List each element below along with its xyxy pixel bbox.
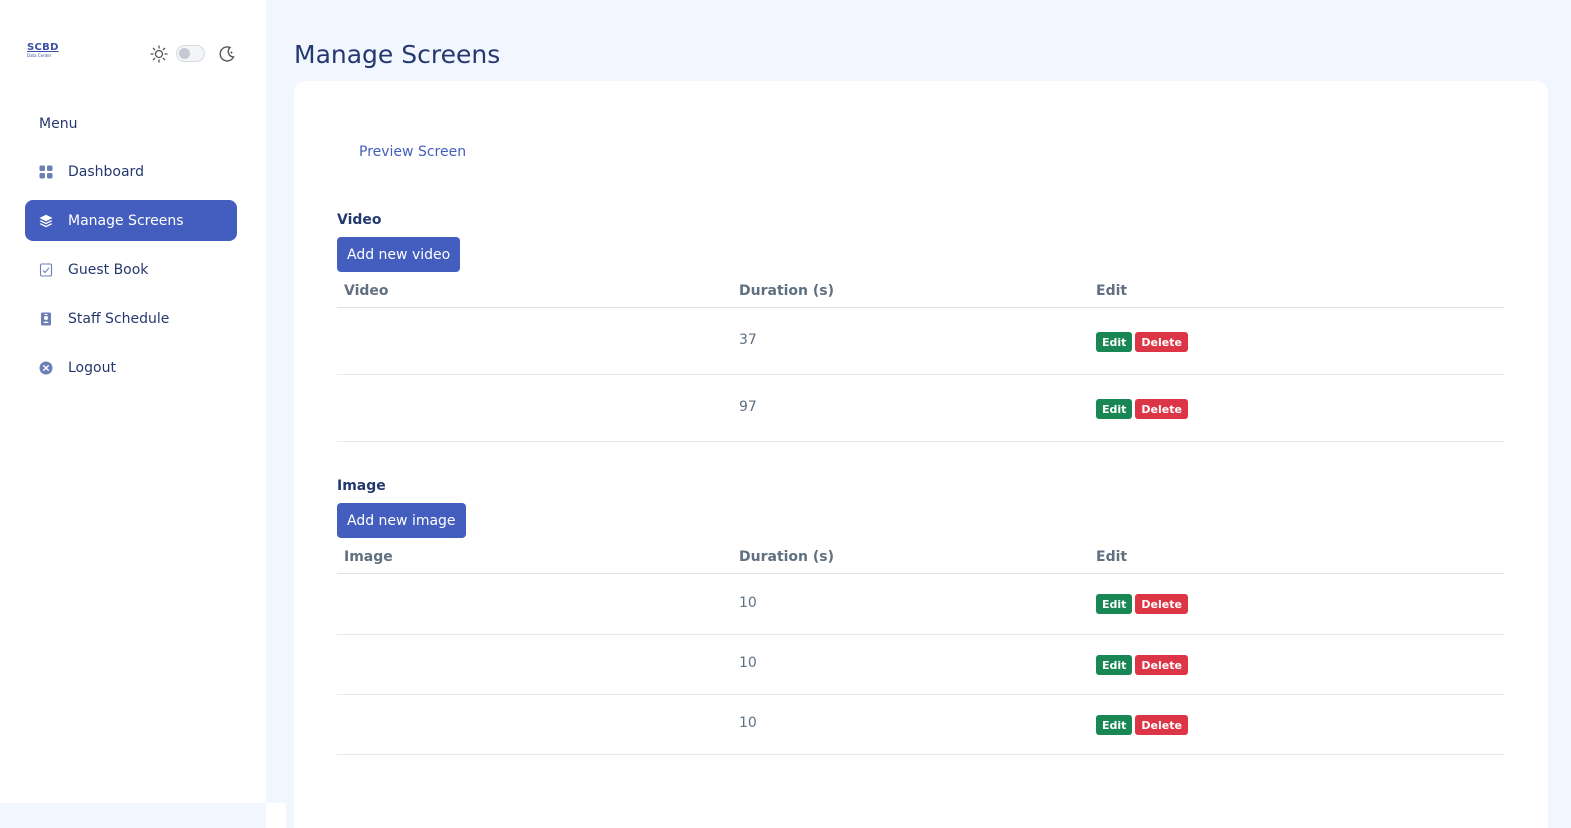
sidebar-item-manage-screens[interactable]: Manage Screens <box>25 200 237 241</box>
column-header-edit: Edit <box>1096 549 1128 565</box>
sidebar-item-logout[interactable]: Logout <box>25 347 237 388</box>
row-actions: Edit Delete <box>1096 594 1188 614</box>
image-table: Image Duration (s) Edit 10 Edit Delete 1… <box>337 541 1504 755</box>
delete-button[interactable]: Delete <box>1135 332 1188 352</box>
table-row: 37 Edit Delete <box>337 308 1504 375</box>
table-row: 10 Edit Delete <box>337 635 1504 695</box>
column-header-edit: Edit <box>1096 283 1128 299</box>
edit-button[interactable]: Edit <box>1096 594 1133 614</box>
duration-cell: 37 <box>739 332 757 348</box>
theme-toggle <box>150 43 240 65</box>
sidebar-item-label: Logout <box>68 359 116 376</box>
sidebar-edge <box>266 803 286 828</box>
x-circle-icon <box>39 361 53 375</box>
row-actions: Edit Delete <box>1096 715 1188 735</box>
toggle-knob <box>179 48 190 59</box>
sidebar-item-label: Dashboard <box>68 163 144 180</box>
preview-screen-link[interactable]: Preview Screen <box>359 144 466 160</box>
edit-button[interactable]: Edit <box>1096 715 1133 735</box>
add-image-button[interactable]: Add new image <box>337 503 466 538</box>
logo[interactable]: SCBD Data Center <box>27 43 59 58</box>
sidebar-item-guest-book[interactable]: Guest Book <box>25 249 237 290</box>
row-actions: Edit Delete <box>1096 655 1188 675</box>
page-title: Manage Screens <box>294 40 501 69</box>
table-header: Image Duration (s) Edit <box>337 541 1504 574</box>
grid-icon <box>39 165 53 179</box>
table-header: Video Duration (s) Edit <box>337 275 1504 308</box>
logo-title: SCBD <box>27 42 59 53</box>
column-header-image: Image <box>344 549 393 565</box>
menu-title: Menu <box>39 116 78 132</box>
delete-button[interactable]: Delete <box>1135 715 1188 735</box>
column-header-duration: Duration (s) <box>739 283 835 299</box>
sidebar-item-dashboard[interactable]: Dashboard <box>25 151 237 192</box>
video-section-label: Video <box>337 212 382 228</box>
duration-cell: 97 <box>739 399 757 415</box>
sidebar-item-label: Staff Schedule <box>68 310 170 327</box>
sidebar-item-staff-schedule[interactable]: Staff Schedule <box>25 298 237 339</box>
sidebar-nav: Dashboard Manage Screens Guest Book Staf… <box>25 151 237 396</box>
person-badge-icon <box>39 312 53 326</box>
row-actions: Edit Delete <box>1096 399 1188 419</box>
column-header-video: Video <box>344 283 389 299</box>
sidebar-item-label: Guest Book <box>68 261 149 278</box>
image-section-label: Image <box>337 478 386 494</box>
edit-button[interactable]: Edit <box>1096 399 1133 419</box>
column-header-duration: Duration (s) <box>739 549 835 565</box>
moon-icon <box>219 46 235 62</box>
duration-cell: 10 <box>739 715 757 731</box>
delete-button[interactable]: Delete <box>1135 594 1188 614</box>
table-row: 10 Edit Delete <box>337 574 1504 635</box>
delete-button[interactable]: Delete <box>1135 655 1188 675</box>
layers-icon <box>39 214 53 228</box>
checklist-icon <box>39 262 53 277</box>
add-video-button[interactable]: Add new video <box>337 237 461 272</box>
logo-subtitle: Data Center <box>27 53 52 58</box>
sidebar: SCBD Data Center Menu Dashboard Manage S… <box>0 0 266 803</box>
sidebar-item-label: Manage Screens <box>68 212 184 229</box>
delete-button[interactable]: Delete <box>1135 399 1188 419</box>
row-actions: Edit Delete <box>1096 332 1188 352</box>
video-table: Video Duration (s) Edit 37 Edit Delete 9… <box>337 275 1504 442</box>
duration-cell: 10 <box>739 595 757 611</box>
dark-mode-toggle[interactable] <box>176 45 205 62</box>
edit-button[interactable]: Edit <box>1096 332 1133 352</box>
sun-icon <box>150 45 168 63</box>
table-row: 97 Edit Delete <box>337 375 1504 442</box>
edit-button[interactable]: Edit <box>1096 655 1133 675</box>
table-row: 10 Edit Delete <box>337 695 1504 755</box>
duration-cell: 10 <box>739 655 757 671</box>
